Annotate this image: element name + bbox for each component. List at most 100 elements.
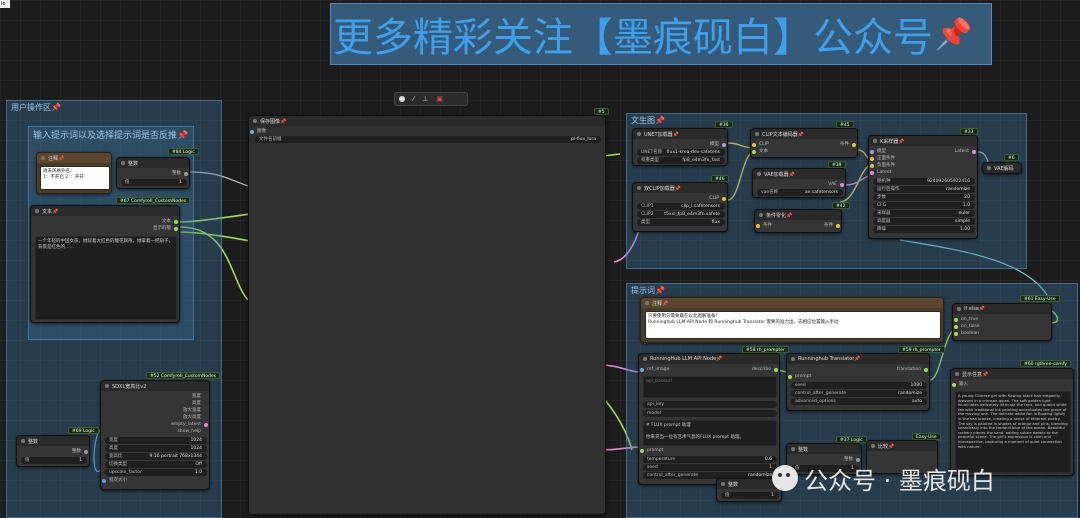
output-port[interactable]	[722, 197, 726, 201]
control-after-generate-widget[interactable]: control_after_generate randomize	[791, 390, 927, 397]
input-port[interactable]	[250, 130, 254, 134]
input-port[interactable]	[870, 171, 874, 175]
input-port[interactable]	[102, 479, 106, 483]
input-port[interactable]	[870, 157, 874, 161]
output-port[interactable]	[174, 220, 178, 224]
system-prompt-field[interactable]: # FLUX prompt 助理 你来充当一位有艺术气息的FLUX prompt…	[643, 420, 777, 446]
output-port[interactable]	[184, 172, 188, 176]
output-port[interactable]	[174, 227, 178, 231]
denoise-widget[interactable]: 降噪 1.00	[873, 226, 975, 233]
input-port[interactable]	[640, 449, 644, 453]
collapse-dot-icon[interactable]	[755, 132, 759, 136]
wand-icon[interactable]: ⁄	[413, 95, 414, 103]
translator-node[interactable]: Runninghub Translator📌 prompt translatio…	[786, 353, 930, 411]
note-node-1[interactable]: 注释📌 尚未风格外名： 1：不开启 2：：开开	[36, 152, 112, 194]
collapse-dot-icon[interactable]	[637, 132, 641, 136]
value-widget[interactable]: 值1	[21, 457, 87, 464]
clip2-widget[interactable]: CLIP2 t5xxl_fp8_e4m3fn.safete	[637, 211, 725, 218]
collapse-dot-icon[interactable]	[21, 439, 25, 443]
llm-api-node[interactable]: RunningHub LLM API Node📌 ref_image descr…	[638, 353, 780, 485]
vae-name-widget[interactable]: vae名称 ae.safetensors	[757, 189, 843, 196]
input-port[interactable]	[954, 332, 958, 336]
collapse-dot-icon[interactable]	[791, 357, 795, 361]
output-port[interactable]	[722, 143, 726, 147]
output-port[interactable]	[774, 368, 778, 372]
collapse-dot-icon[interactable]	[873, 139, 877, 143]
dualclip-loader-node[interactable]: 双CLIP加载器📌 CLIP CLIP1 clip_l.safetensors C…	[632, 182, 728, 232]
collapse-dot-icon[interactable]	[105, 384, 109, 388]
api-baseurl-field[interactable]: api_baseurl	[643, 376, 777, 398]
unet-name-widget[interactable]: UNET名称 flux1-krea-dev-safetens	[637, 149, 725, 156]
note-text[interactable]: 尚未风格外名： 1：不开启 2：：开开	[40, 166, 110, 190]
input-port[interactable]	[870, 150, 874, 154]
upscale-widget[interactable]: upscale_factor 1.0	[105, 469, 207, 476]
switch-widget[interactable]: 切换类型 Off	[105, 461, 207, 468]
weight-type-widget[interactable]: 权重类型 fp8_e4m3fn_fast	[637, 157, 725, 164]
note-text[interactable]: 只要使用只需要最在以北图解准备！ Runninghub LLM API Node…	[645, 311, 941, 339]
collapse-dot-icon[interactable]	[637, 186, 641, 190]
value-widget[interactable]: 值1	[121, 179, 187, 186]
output-port[interactable]	[972, 150, 976, 154]
collapse-dot-icon[interactable]	[121, 161, 125, 165]
collapse-dot-icon[interactable]	[791, 447, 795, 451]
collapse-dot-icon[interactable]	[645, 301, 649, 305]
output-port[interactable]	[204, 423, 208, 427]
int-node-2[interactable]: 整数 整数 值1	[16, 435, 90, 467]
sdxl-aspect-node[interactable]: SDXL宽高比v2 宽度 高度 放大宽度 放大高度 empty_latent s…	[100, 380, 210, 490]
cond-zero-node[interactable]: 条件零化📌 条件 条件	[754, 209, 842, 233]
output-port[interactable]	[836, 224, 840, 228]
model-field[interactable]: model	[643, 410, 777, 417]
collapse-dot-icon[interactable]	[41, 156, 45, 160]
input-port[interactable]	[954, 318, 958, 322]
clip-encode-node[interactable]: CLIP文本编码器📌 CLIP 文本 条件	[750, 128, 858, 158]
value-widget[interactable]: 值1	[721, 492, 779, 499]
input-port[interactable]	[952, 383, 956, 387]
after-gen-widget[interactable]: 运行后操作 randomize	[873, 186, 975, 193]
seed-widget[interactable]: seed 1	[643, 464, 777, 471]
unet-loader-node[interactable]: UNET加载器📌 模型 UNET名称 flux1-krea-dev-safeten…	[632, 128, 728, 166]
filename-prefix-widget[interactable]: 文件名前缀 pl-flux_lora	[255, 136, 601, 143]
collapse-dot-icon[interactable]	[35, 209, 39, 213]
save-image-node[interactable]: 保存图像📌 图像 文件名前缀 pl-flux_lora	[248, 115, 606, 515]
sampler-widget[interactable]: 采样器 euler	[873, 210, 975, 217]
input-port[interactable]	[954, 325, 958, 329]
collapse-dot-icon[interactable]	[757, 172, 761, 176]
height-widget[interactable]: 高度 1024	[105, 445, 207, 452]
clip1-widget[interactable]: CLIP1 clip_l.safetensors	[637, 203, 725, 210]
trash-icon[interactable]: ▣	[436, 95, 443, 103]
int-node-1[interactable]: 整数 整数 值1	[116, 157, 190, 189]
steps-widget[interactable]: 步数 20	[873, 194, 975, 201]
text-node[interactable]: 文本📌 文本 显示的版 一个年轻的中国女孩，她穿着大红色的雕花旗袍，她拿着一把扇…	[30, 205, 180, 323]
width-widget[interactable]: 宽度 1024	[105, 437, 207, 444]
input-port[interactable]	[788, 375, 792, 379]
clip-type-widget[interactable]: 类型 flux	[637, 219, 725, 226]
output-port[interactable]	[840, 183, 844, 187]
input-port[interactable]	[756, 224, 760, 228]
collapse-dot-icon[interactable]	[871, 444, 875, 448]
prompt-textarea[interactable]: 一个年轻的中国女孩，她穿着大红色的雕花旗袍，她拿着一把扇子，背景是红色的……	[35, 236, 177, 320]
temperature-widget[interactable]: temperature 0.6	[643, 456, 777, 463]
collapse-dot-icon[interactable]	[759, 213, 763, 217]
vae-decode-node[interactable]: VAE解码	[982, 162, 1022, 174]
collapse-dot-icon[interactable]	[987, 166, 991, 170]
if-else-node[interactable]: if else📌 on_true on_false boolean	[952, 303, 1052, 341]
note-node-2[interactable]: 注释📌 只要使用只需要最在以北图解准备！ Runninghub LLM API …	[640, 297, 944, 343]
collapse-dot-icon[interactable]	[253, 119, 257, 123]
input-port[interactable]	[870, 164, 874, 168]
output-port[interactable]	[84, 450, 88, 454]
collapse-dot-icon[interactable]	[957, 307, 961, 311]
input-port[interactable]	[640, 368, 644, 372]
input-port[interactable]	[752, 143, 756, 147]
output-port[interactable]	[852, 143, 856, 147]
ksampler-node[interactable]: K采样器📌 模型 正面条件 负面条件 Latent Latent 随机种 9240…	[868, 135, 978, 239]
collapse-dot-icon[interactable]	[955, 372, 959, 376]
vae-loader-node[interactable]: VAE加载器📌 VAE vae名称 ae.safetensors	[752, 168, 846, 198]
collapse-dot-icon[interactable]	[643, 357, 647, 361]
aspect-widget[interactable]: 宽高比 9:16 portrait 768x1344	[105, 453, 207, 460]
pin-icon[interactable]: ⊥	[422, 95, 428, 103]
input-port[interactable]	[752, 150, 756, 154]
api-key-field[interactable]: api_key	[643, 401, 777, 408]
seed-widget[interactable]: seed 1080	[791, 382, 927, 389]
scheduler-widget[interactable]: 调度器 simple	[873, 218, 975, 225]
seed-widget[interactable]: 随机种 924092605922416	[873, 178, 975, 185]
